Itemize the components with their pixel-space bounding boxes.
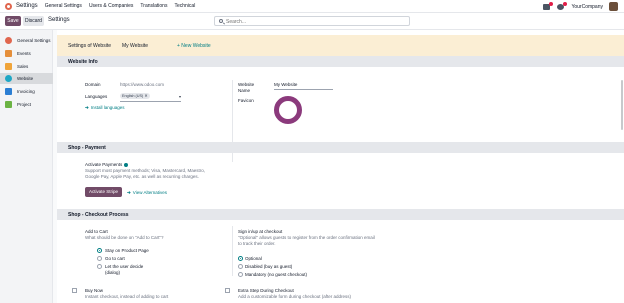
notification-badge <box>549 1 554 6</box>
sidebar-item-project[interactable]: Project <box>0 99 53 110</box>
sidebar-item-label: Sales <box>17 64 29 69</box>
sidebar-item-sales[interactable]: Sales <box>0 61 53 72</box>
option-label: Disabled (buy as guest) <box>245 264 293 269</box>
install-languages-link[interactable]: ➔ Install languages <box>85 105 125 111</box>
buy-now-desc: Instant checkout, instead of adding to c… <box>85 294 169 299</box>
section-shop-payment: Shop - Payment <box>57 142 624 153</box>
extra-step-desc: Add a customizable form during checkout … <box>238 294 352 299</box>
language-tag[interactable]: English (US) ✕ <box>120 93 150 99</box>
extra-step-checkbox[interactable] <box>225 288 230 293</box>
menu-general-settings[interactable]: General Settings <box>45 3 82 9</box>
events-icon <box>5 50 12 57</box>
sidebar-item-invoicing[interactable]: Invoicing <box>0 86 53 97</box>
settings-sidebar: General Settings Events Sales Website In… <box>0 30 53 303</box>
option-label-continued: (dialog) <box>105 270 121 275</box>
help-icon[interactable] <box>124 162 129 167</box>
chat-icon[interactable] <box>543 1 554 10</box>
sidebar-item-label: Events <box>17 51 31 56</box>
sidebar-item-website[interactable]: Website <box>0 73 53 84</box>
menu-users-companies[interactable]: Users & Companies <box>89 3 133 9</box>
website-selector-banner: Settings of Website My Website + New Web… <box>57 35 624 56</box>
view-alternatives-link[interactable]: ➔ View Alternatives <box>127 190 167 196</box>
section-title: Shop - Payment <box>68 145 106 151</box>
sidebar-item-label: Project <box>17 102 32 107</box>
activate-payments-label: Activate Payments <box>85 162 129 167</box>
radio-mandatory[interactable] <box>238 272 243 277</box>
option-label: Mandatory (no guest checkout) <box>245 272 308 277</box>
view-alternatives-label: View Alternatives <box>132 190 167 195</box>
sidebar-item-general-settings[interactable]: General Settings <box>0 35 53 46</box>
arrow-right-icon: ➔ <box>127 190 131 195</box>
favicon-label: Favicon <box>238 98 254 103</box>
add-to-cart-label: Add to Cart <box>85 229 108 234</box>
breadcrumb: Settings <box>48 17 70 23</box>
radio-let-user-decide[interactable] <box>97 264 102 269</box>
section-title: Website Info <box>68 59 98 65</box>
section-website-info: Website Info <box>57 56 624 67</box>
website-globe-icon <box>5 75 12 82</box>
project-check-icon <box>5 101 12 108</box>
app-logo-icon[interactable] <box>5 2 12 10</box>
general-settings-icon <box>5 37 12 44</box>
sales-icon <box>5 63 12 70</box>
sidebar-item-events[interactable]: Events <box>0 48 53 59</box>
domain-input[interactable]: https://www.odoo.com <box>120 82 164 87</box>
search-icon <box>219 19 223 23</box>
sidebar-item-label: Invoicing <box>17 89 35 94</box>
languages-label: Languages <box>85 94 108 99</box>
menu-translations[interactable]: Translations <box>140 3 167 9</box>
scrollbar-thumb[interactable] <box>621 80 623 130</box>
radio-go-to-cart[interactable] <box>97 256 102 261</box>
column-divider <box>232 226 233 276</box>
language-tag-label: English (US) <box>122 94 144 98</box>
sidebar-item-label: General Settings <box>17 38 51 43</box>
company-switcher[interactable]: YourCompany <box>571 4 603 10</box>
extra-step-label: Extra Step During Checkout <box>238 288 294 293</box>
website-select[interactable]: My Website <box>122 43 148 49</box>
radio-stay-on-product-page[interactable] <box>97 248 102 253</box>
add-to-cart-desc: What should be done on "Add to Cart"? <box>85 235 164 240</box>
chevron-down-icon[interactable]: ▾ <box>179 94 181 99</box>
website-name-underline <box>274 89 333 90</box>
app-name[interactable]: Settings <box>16 3 38 9</box>
buy-now-label: Buy Now <box>85 288 104 293</box>
languages-field[interactable]: English (US) ✕ ▾ <box>120 93 181 102</box>
search-box[interactable] <box>214 16 410 26</box>
option-label: Go to cart <box>105 256 125 261</box>
arrow-right-icon: ➔ <box>85 105 89 110</box>
sign-in-desc: "Optional" allows guests to register fro… <box>238 235 375 246</box>
sign-in-label: Sign in/up at checkout <box>238 229 283 234</box>
buy-now-checkbox[interactable] <box>72 288 77 293</box>
website-name-input[interactable]: My Website <box>274 82 297 87</box>
section-checkout-process: Shop - Checkout Process <box>57 209 624 220</box>
activate-payments-text: Activate Payments <box>85 162 123 167</box>
website-name-label: Website Name <box>238 82 255 93</box>
sidebar-item-label: Website <box>17 76 34 81</box>
radio-disabled-guest[interactable] <box>238 264 243 269</box>
option-label: Let the user decide <box>105 264 144 269</box>
option-label: Stay on Product Page <box>105 248 149 253</box>
user-avatar[interactable] <box>609 2 618 11</box>
activate-stripe-button[interactable]: Activate Stripe <box>85 187 122 197</box>
radio-optional[interactable] <box>238 256 243 261</box>
domain-label: Domain <box>85 82 101 87</box>
banner-label: Settings of Website <box>68 43 111 49</box>
discard-button[interactable]: Discard <box>23 16 44 26</box>
section-title: Shop - Checkout Process <box>68 212 129 218</box>
new-website-link[interactable]: + New Website <box>177 43 211 49</box>
search-input[interactable] <box>226 18 406 25</box>
option-label: Optional <box>245 256 262 261</box>
save-button[interactable]: Save <box>5 16 21 26</box>
top-navbar: Settings General Settings Users & Compan… <box>0 0 624 13</box>
settings-content: Settings of Website My Website + New Web… <box>57 30 624 303</box>
invoicing-icon <box>5 88 12 95</box>
control-panel: Save Discard Settings <box>0 13 624 30</box>
favicon-image[interactable] <box>274 96 302 124</box>
notification-badge <box>563 1 568 6</box>
activate-payments-desc: Support most payment methods; Visa, Mast… <box>85 168 205 179</box>
menu-technical[interactable]: Technical <box>174 3 195 9</box>
install-languages-label: Install languages <box>90 105 125 110</box>
activity-clock-icon[interactable] <box>557 1 568 10</box>
